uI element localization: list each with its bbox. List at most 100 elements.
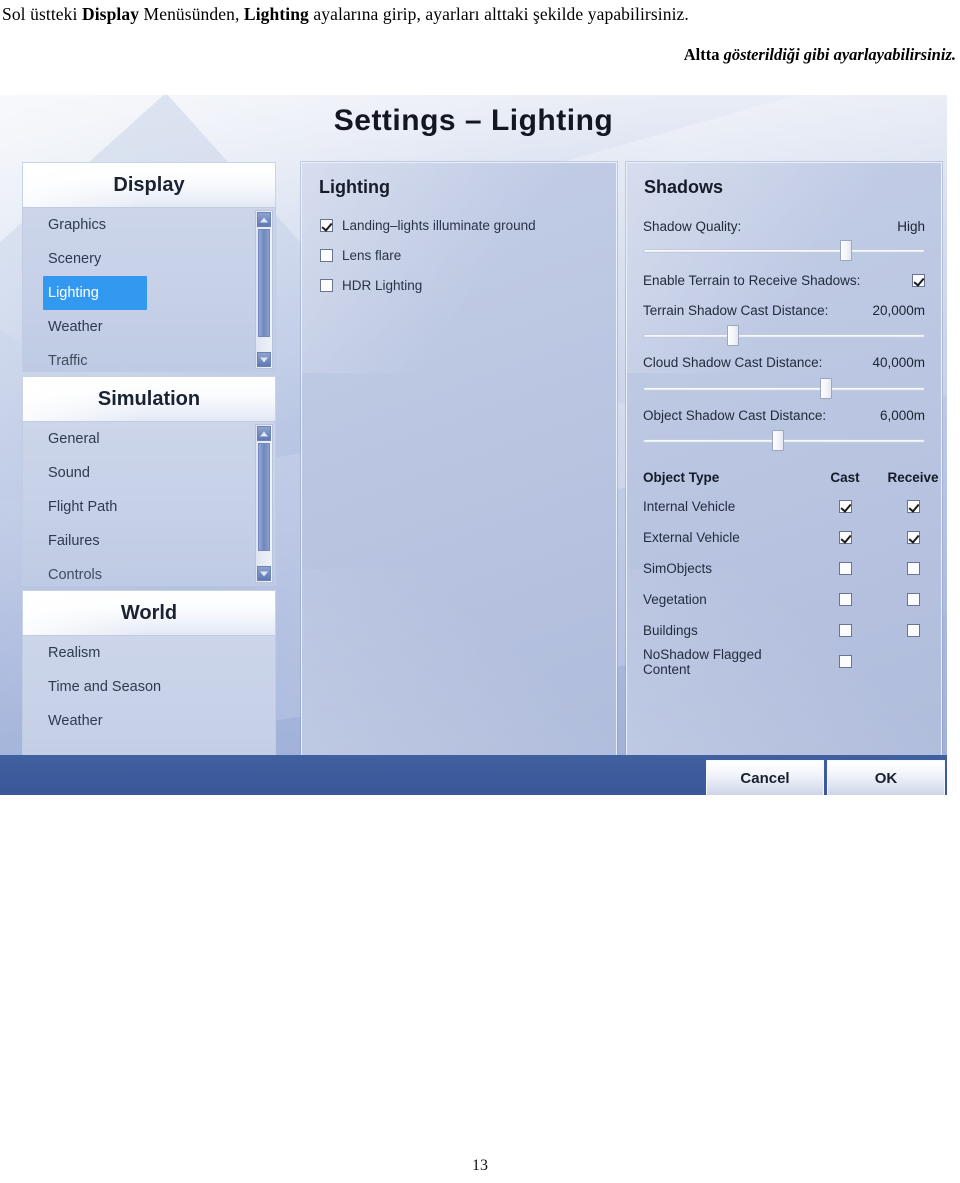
slider-knob-object-shadow-distance[interactable] (772, 430, 785, 451)
column-header-receive: Receive (887, 469, 939, 485)
sidebar-item-graphics[interactable]: Graphics (23, 208, 275, 242)
cell-cast[interactable] (811, 562, 879, 575)
cell-object-type: Vegetation (643, 592, 707, 607)
cancel-button[interactable]: Cancel (706, 760, 824, 795)
scroll-down-arrow-icon[interactable] (257, 352, 271, 367)
sidebar-item-weather-world[interactable]: Weather (23, 704, 275, 738)
cell-cast[interactable] (811, 624, 879, 637)
sidebar-list-display: Graphics Scenery Lighting Weather Traffi… (22, 207, 276, 372)
sidebar-item-scenery[interactable]: Scenery (23, 242, 275, 276)
sidebar-item-lighting[interactable]: Lighting (43, 276, 147, 310)
slider-knob-cloud-shadow-distance[interactable] (820, 378, 833, 399)
row-cloud-shadow-distance: Cloud Shadow Cast Distance: 40,000m (643, 355, 925, 370)
sidebar-scrollbar-display[interactable] (255, 210, 273, 369)
checkbox-label-lens-flare: Lens flare (342, 248, 402, 263)
checkbox-cast-buildings[interactable] (838, 624, 852, 637)
slider-shadow-quality[interactable] (643, 240, 925, 261)
lighting-panel: Lighting Landing–lights illuminate groun… (301, 162, 617, 795)
sidebar-group-label-world: World (120, 601, 178, 624)
dialog-title: Settings – Lighting (333, 104, 614, 137)
sidebar-item-controls[interactable]: Controls (23, 558, 275, 585)
scrollbar-thumb[interactable] (258, 229, 270, 337)
table-row: Vegetation (643, 584, 927, 615)
slider-knob-shadow-quality[interactable] (840, 240, 853, 261)
scroll-down-arrow-icon[interactable] (257, 566, 271, 581)
checkbox-cast-external-vehicle[interactable] (838, 531, 852, 544)
checkbox-enable-terrain-shadows[interactable] (912, 274, 925, 287)
cell-cast[interactable] (811, 655, 879, 668)
row-terrain-shadow-distance: Terrain Shadow Cast Distance: 20,000m (643, 303, 925, 318)
cell-object-type: Internal Vehicle (643, 499, 736, 514)
sidebar-group-header-world[interactable]: World (22, 590, 276, 635)
shadows-panel: Shadows Shadow Quality: High Enable Terr… (626, 162, 942, 795)
checkbox-receive-simobjects[interactable] (906, 562, 920, 575)
checkbox-receive-vegetation[interactable] (906, 593, 920, 606)
row-enable-terrain-shadows[interactable]: Enable Terrain to Receive Shadows: (643, 273, 925, 288)
scroll-up-arrow-icon[interactable] (257, 212, 271, 227)
checkbox-receive-external-vehicle[interactable] (906, 531, 920, 544)
checkbox-hdr-lighting[interactable] (320, 279, 333, 292)
slider-object-shadow-distance[interactable] (643, 430, 925, 451)
shadows-panel-title: Shadows (644, 177, 724, 197)
checkbox-receive-buildings[interactable] (906, 624, 920, 637)
checkbox-row-hdr-lighting[interactable]: HDR Lighting (320, 278, 422, 293)
lighting-panel-title: Lighting (319, 177, 390, 197)
slider-track[interactable] (643, 334, 925, 338)
slider-track[interactable] (643, 387, 925, 391)
sidebar-group-header-display[interactable]: Display (22, 162, 276, 207)
checkbox-row-landing-lights[interactable]: Landing–lights illuminate ground (320, 218, 536, 233)
cell-cast[interactable] (811, 531, 879, 544)
sidebar-item-flight-path[interactable]: Flight Path (23, 490, 275, 524)
checkbox-cast-vegetation[interactable] (838, 593, 852, 606)
cell-receive[interactable] (879, 562, 941, 575)
cell-object-type: External Vehicle (643, 530, 740, 545)
sidebar-item-general[interactable]: General (23, 422, 275, 456)
slider-cloud-shadow-distance[interactable] (643, 378, 925, 399)
scroll-up-arrow-icon[interactable] (257, 426, 271, 441)
sidebar-item-traffic[interactable]: Traffic (23, 344, 275, 371)
table-row: NoShadow Flagged Content (643, 646, 927, 677)
caption-right: Altta gösterildiği gibi ayarlayabilirsin… (683, 45, 956, 64)
slider-terrain-shadow-distance[interactable] (643, 325, 925, 346)
cell-cast[interactable] (811, 593, 879, 606)
cell-receive[interactable] (879, 500, 941, 513)
table-row: SimObjects (643, 553, 927, 584)
label-shadow-quality: Shadow Quality: (643, 219, 742, 234)
slider-knob-terrain-shadow-distance[interactable] (727, 325, 740, 346)
cell-cast[interactable] (811, 500, 879, 513)
scrollbar-thumb[interactable] (258, 443, 270, 551)
cell-object-type: Buildings (643, 623, 698, 638)
sidebar-item-failures[interactable]: Failures (23, 524, 275, 558)
column-header-object-type: Object Type (643, 469, 720, 485)
checkbox-cast-simobjects[interactable] (838, 562, 852, 575)
sidebar-item-time-and-season[interactable]: Time and Season (23, 670, 275, 704)
ok-button[interactable]: OK (827, 760, 945, 795)
checkbox-landing-lights[interactable] (320, 219, 333, 232)
sidebar-group-label-simulation: Simulation (97, 387, 201, 410)
sidebar-item-weather[interactable]: Weather (23, 310, 275, 344)
row-object-shadow-distance: Object Shadow Cast Distance: 6,000m (643, 408, 925, 423)
checkbox-receive-internal-vehicle[interactable] (906, 500, 920, 513)
sidebar-group-label-display: Display (113, 173, 185, 196)
slider-track[interactable] (643, 249, 925, 253)
cell-receive[interactable] (879, 624, 941, 637)
cell-object-type: SimObjects (643, 561, 713, 576)
cell-object-type: NoShadow Flagged Content (643, 646, 762, 677)
table-row: Internal Vehicle (643, 491, 927, 522)
sidebar-item-sound[interactable]: Sound (23, 456, 275, 490)
caption-top: Sol üstteki Display Menüsünden, Lighting… (2, 4, 689, 24)
checkbox-lens-flare[interactable] (320, 249, 333, 262)
checkbox-cast-internal-vehicle[interactable] (838, 500, 852, 513)
cell-receive[interactable] (879, 531, 941, 544)
sidebar-scrollbar-simulation[interactable] (255, 424, 273, 583)
table-header-row: Object Type Cast Receive (643, 463, 939, 491)
checkbox-cast-noshadow-flagged-content[interactable] (838, 655, 852, 668)
checkbox-row-lens-flare[interactable]: Lens flare (320, 248, 401, 263)
sidebar-group-header-simulation[interactable]: Simulation (22, 376, 276, 421)
sidebar-item-realism[interactable]: Realism (23, 636, 275, 670)
table-row: External Vehicle (643, 522, 927, 553)
settings-dialog-screenshot: Settings – Lighting Display Graphics Sce… (0, 95, 947, 795)
cell-receive[interactable] (879, 593, 941, 606)
value-terrain-shadow-distance: 20,000m (872, 303, 925, 318)
label-enable-terrain-shadows: Enable Terrain to Receive Shadows: (643, 273, 861, 288)
